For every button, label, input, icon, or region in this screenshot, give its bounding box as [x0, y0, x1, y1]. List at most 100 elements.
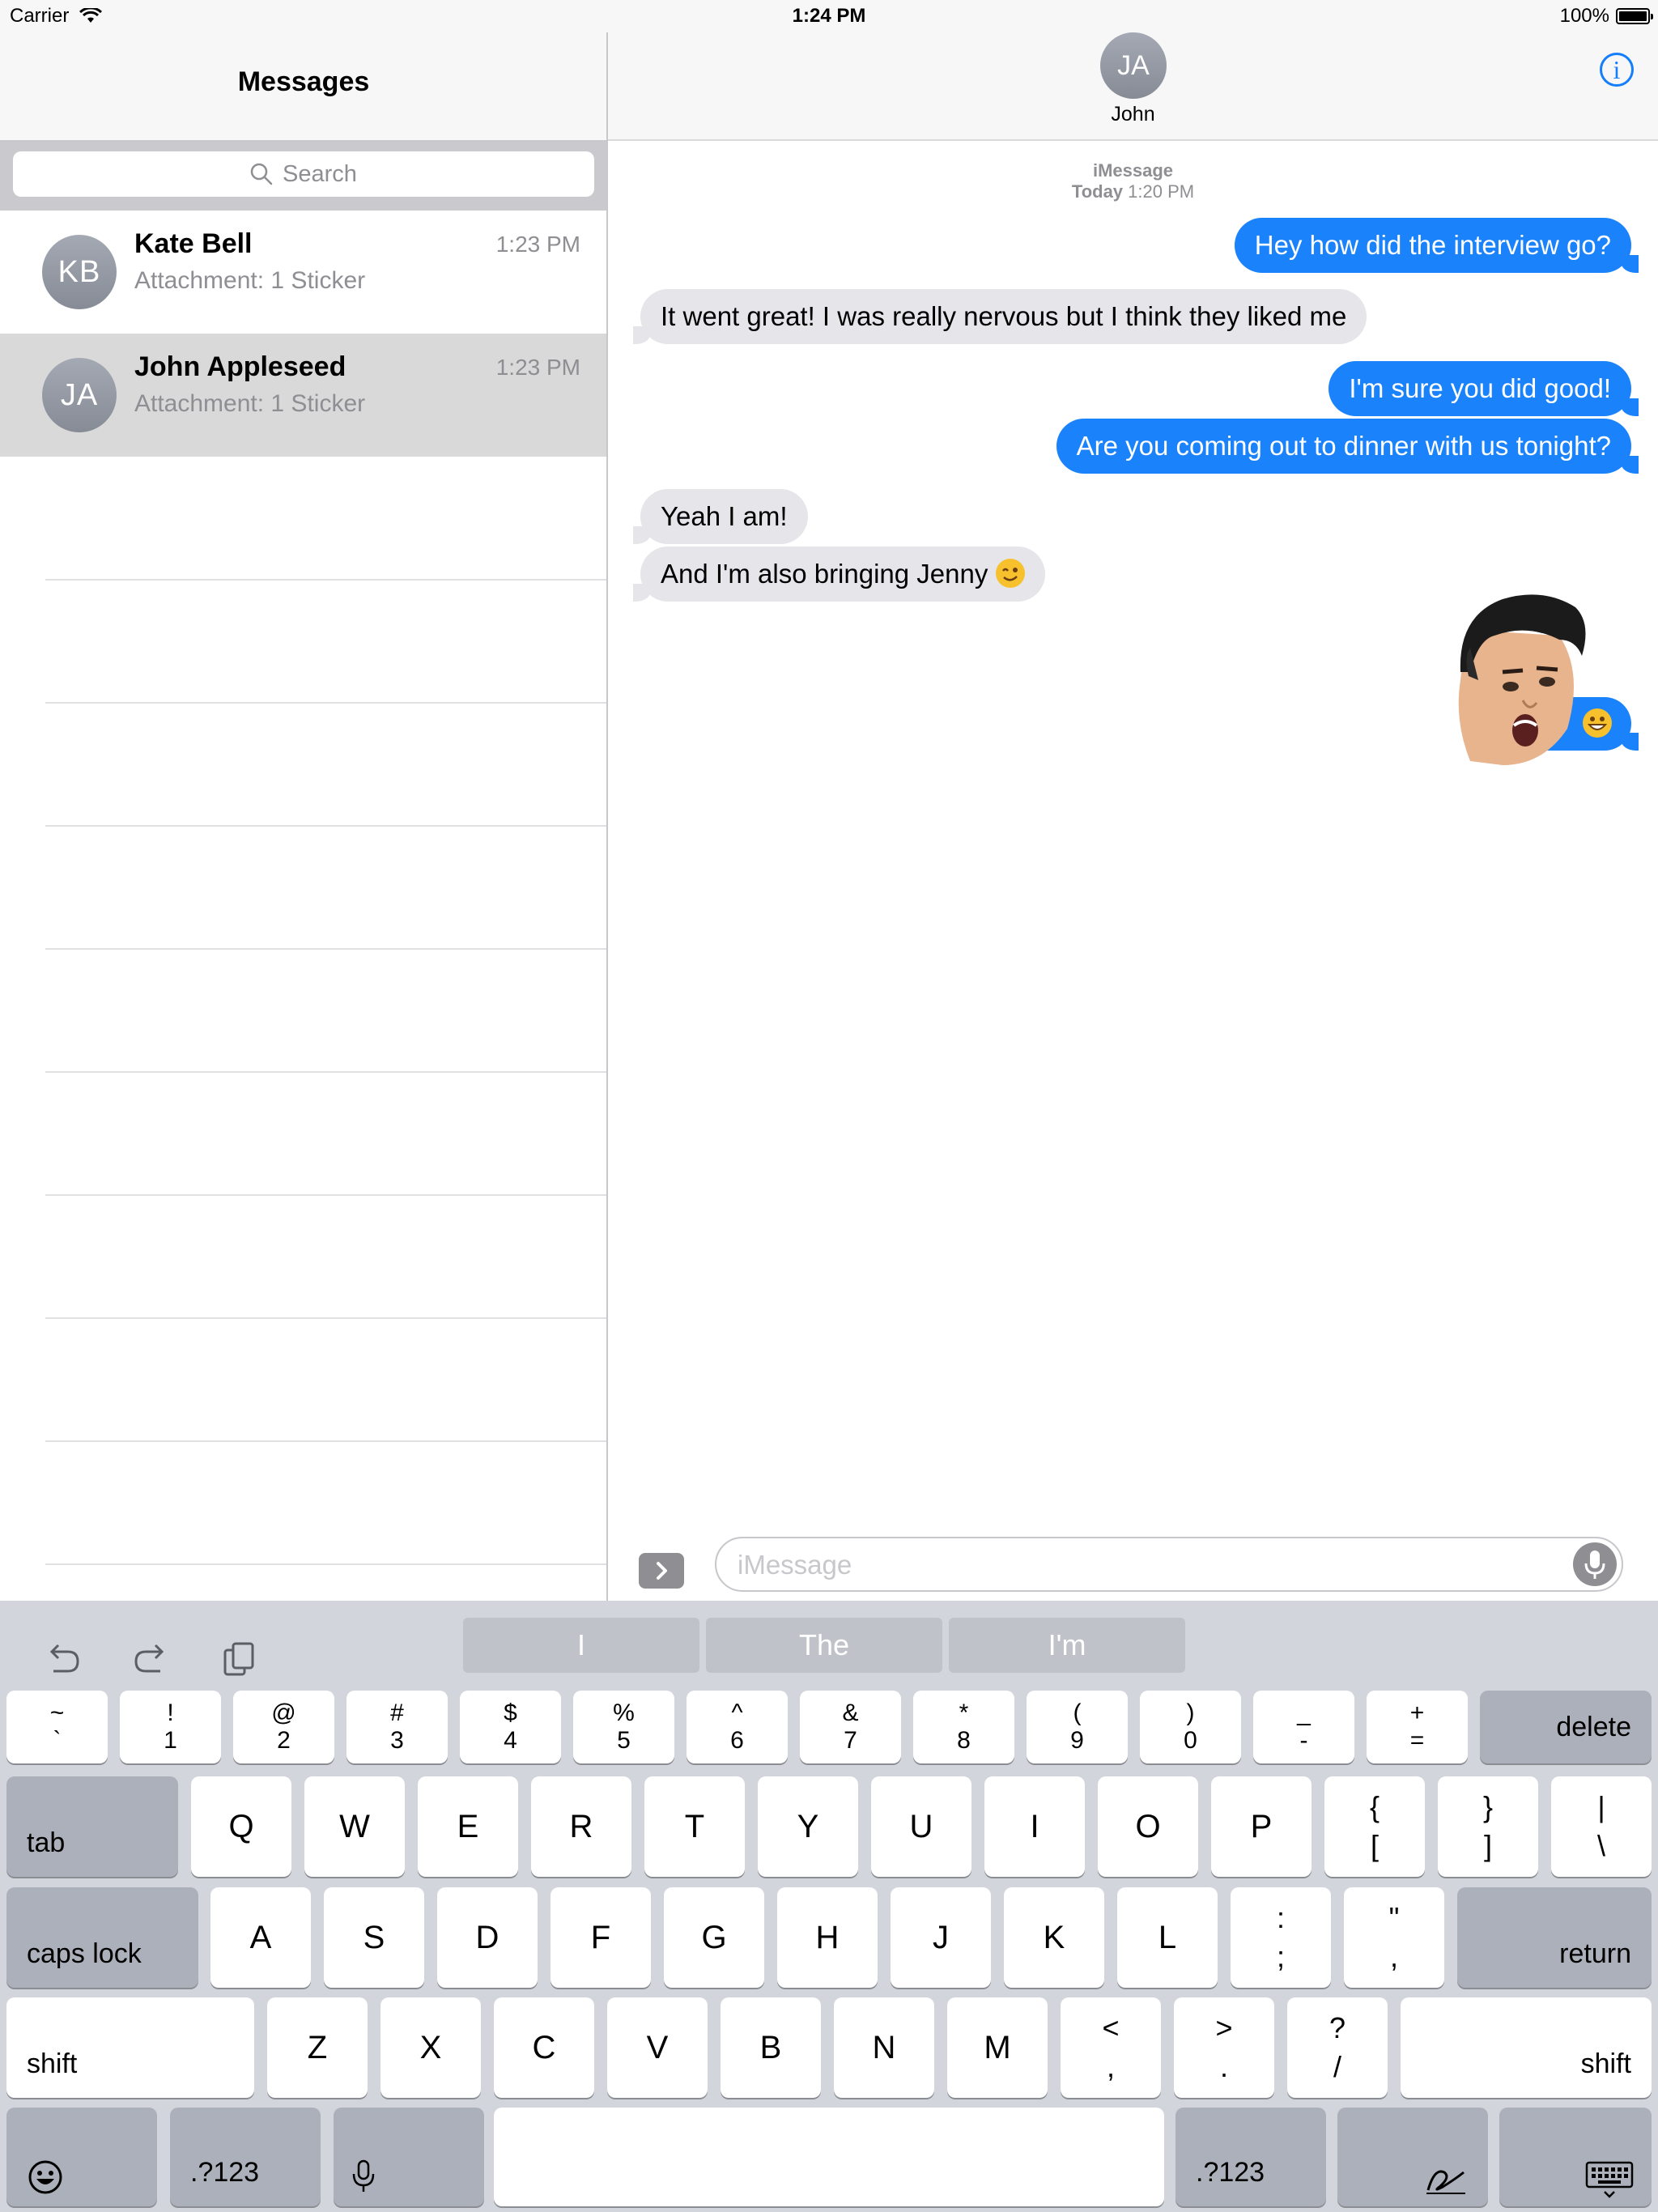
time-label: 1:20 PM	[1128, 181, 1195, 202]
message-text: Hey how did the interview go?	[1254, 230, 1611, 260]
list-divider	[45, 1317, 607, 1319]
key-backtick[interactable]: ~ `	[6, 1691, 108, 1763]
key-f[interactable]: F	[551, 1887, 651, 1988]
list-divider	[45, 1071, 607, 1073]
key-s[interactable]: S	[324, 1887, 424, 1988]
redo-icon[interactable]	[130, 1637, 172, 1679]
battery-percent: 100%	[1559, 5, 1609, 27]
key-c[interactable]: C	[494, 1997, 594, 2098]
message-bubble-outgoing[interactable]: I'm sure you did good!	[1329, 361, 1639, 416]
keyboard-dismiss-icon	[1585, 2161, 1634, 2198]
key-v[interactable]: V	[607, 1997, 708, 2098]
message-bubble-incoming[interactable]: Yeah I am!	[633, 489, 808, 544]
key-8[interactable]: * 8	[913, 1691, 1014, 1763]
key-o[interactable]: O	[1098, 1776, 1198, 1877]
paste-icon[interactable]	[219, 1637, 261, 1679]
key-bracket-left[interactable]: {[	[1324, 1776, 1425, 1877]
key-w[interactable]: W	[304, 1776, 405, 1877]
key-1[interactable]: ! 1	[120, 1691, 221, 1763]
key-q[interactable]: Q	[191, 1776, 291, 1877]
key-l[interactable]: L	[1117, 1887, 1218, 1988]
key-a[interactable]: A	[210, 1887, 311, 1988]
suggestion-button[interactable]: I'm	[949, 1618, 1185, 1673]
message-bubble-incoming[interactable]: It went great! I was really nervous but …	[632, 289, 1367, 344]
suggestion-button[interactable]: I	[463, 1618, 699, 1673]
contact-name[interactable]: John	[608, 103, 1658, 126]
key-period[interactable]: >.	[1174, 1997, 1274, 2098]
conversation-item[interactable]: JA John Appleseed Attachment: 1 Sticker …	[0, 334, 607, 457]
emoji-key[interactable]	[6, 2108, 157, 2206]
contact-avatar[interactable]: JA	[1100, 32, 1167, 99]
key-quote[interactable]: ",	[1344, 1887, 1444, 1988]
caps-lock-key[interactable]: caps lock	[6, 1887, 198, 1988]
handwriting-key[interactable]	[1337, 2108, 1488, 2206]
message-text: Are you coming out to dinner with us ton…	[1076, 431, 1611, 461]
key-slash[interactable]: ? /	[1287, 1997, 1388, 2098]
numbers-left-key[interactable]: .?123	[170, 2108, 321, 2206]
key-equals[interactable]: + =	[1367, 1691, 1468, 1763]
shift-right-key[interactable]: shift	[1401, 1997, 1652, 2098]
message-input[interactable]	[736, 1546, 1549, 1584]
key-semicolon[interactable]: :;	[1231, 1887, 1331, 1988]
key-6[interactable]: ^ 6	[687, 1691, 788, 1763]
message-text: Yeah I am!	[661, 501, 788, 531]
search-input[interactable]: Search	[13, 151, 594, 197]
conversation-item[interactable]: KB Kate Bell Attachment: 1 Sticker 1:23 …	[0, 211, 607, 334]
key-z[interactable]: Z	[267, 1997, 368, 2098]
key-p[interactable]: P	[1211, 1776, 1312, 1877]
key-r[interactable]: R	[531, 1776, 631, 1877]
key-u[interactable]: U	[871, 1776, 971, 1877]
split-view-divider	[606, 0, 608, 1601]
dismiss-keyboard-key[interactable]	[1499, 2108, 1652, 2206]
message-bubble-outgoing[interactable]: Hey how did the interview go?	[1234, 218, 1639, 273]
key-m[interactable]: M	[947, 1997, 1048, 2098]
key-x[interactable]: X	[380, 1997, 481, 2098]
key-0[interactable]: ) 0	[1140, 1691, 1241, 1763]
expand-apps-button[interactable]	[639, 1553, 684, 1589]
list-divider	[45, 948, 607, 950]
key-backslash[interactable]: | \	[1551, 1776, 1652, 1877]
key-7[interactable]: & 7	[800, 1691, 901, 1763]
key-b[interactable]: B	[721, 1997, 821, 2098]
message-input-field[interactable]	[715, 1537, 1623, 1592]
key-g[interactable]: G	[664, 1887, 764, 1988]
return-key[interactable]: return	[1457, 1887, 1652, 1988]
tab-key[interactable]: tab	[6, 1776, 178, 1877]
key-h[interactable]: H	[777, 1887, 878, 1988]
list-divider	[45, 1194, 607, 1196]
shift-left-key[interactable]: shift	[6, 1997, 254, 2098]
key-n[interactable]: N	[834, 1997, 934, 2098]
key-bracket-right[interactable]: }]	[1438, 1776, 1538, 1877]
key-9[interactable]: (9	[1027, 1691, 1128, 1763]
conversation-name: Kate Bell	[134, 228, 253, 259]
delete-key[interactable]: delete	[1480, 1691, 1652, 1763]
dictation-key[interactable]	[334, 2108, 484, 2206]
numbers-right-key[interactable]: .?123	[1175, 2108, 1326, 2206]
message-bubble-incoming[interactable]: And I'm also bringing Jenny	[633, 547, 1045, 602]
key-d[interactable]: D	[437, 1887, 538, 1988]
key-minus[interactable]: _ -	[1253, 1691, 1354, 1763]
message-bubble-outgoing[interactable]: Are you coming out to dinner with us ton…	[1056, 419, 1639, 474]
key-j[interactable]: J	[891, 1887, 991, 1988]
key-5[interactable]: % 5	[573, 1691, 674, 1763]
undo-icon[interactable]	[42, 1637, 84, 1679]
avatar: JA	[42, 358, 117, 432]
key-comma[interactable]: <,	[1061, 1997, 1161, 2098]
key-4[interactable]: $4	[460, 1691, 561, 1763]
microphone-icon	[352, 2159, 375, 2192]
key-e[interactable]: E	[418, 1776, 518, 1877]
conversation-time: 1:23 PM	[495, 355, 580, 380]
key-i[interactable]: I	[984, 1776, 1085, 1877]
date-label: Today	[1071, 181, 1124, 202]
info-icon[interactable]: i	[1600, 53, 1634, 87]
key-t[interactable]: T	[644, 1776, 745, 1877]
key-2[interactable]: @2	[233, 1691, 334, 1763]
key-k[interactable]: K	[1004, 1887, 1104, 1988]
dictation-button[interactable]	[1573, 1542, 1617, 1586]
key-3[interactable]: #3	[346, 1691, 448, 1763]
sticker-face-image[interactable]	[1446, 591, 1592, 765]
key-y[interactable]: Y	[758, 1776, 858, 1877]
suggestion-button[interactable]: The	[706, 1618, 942, 1673]
space-key[interactable]	[494, 2108, 1164, 2206]
conversation-preview: Attachment: 1 Sticker	[134, 390, 366, 417]
